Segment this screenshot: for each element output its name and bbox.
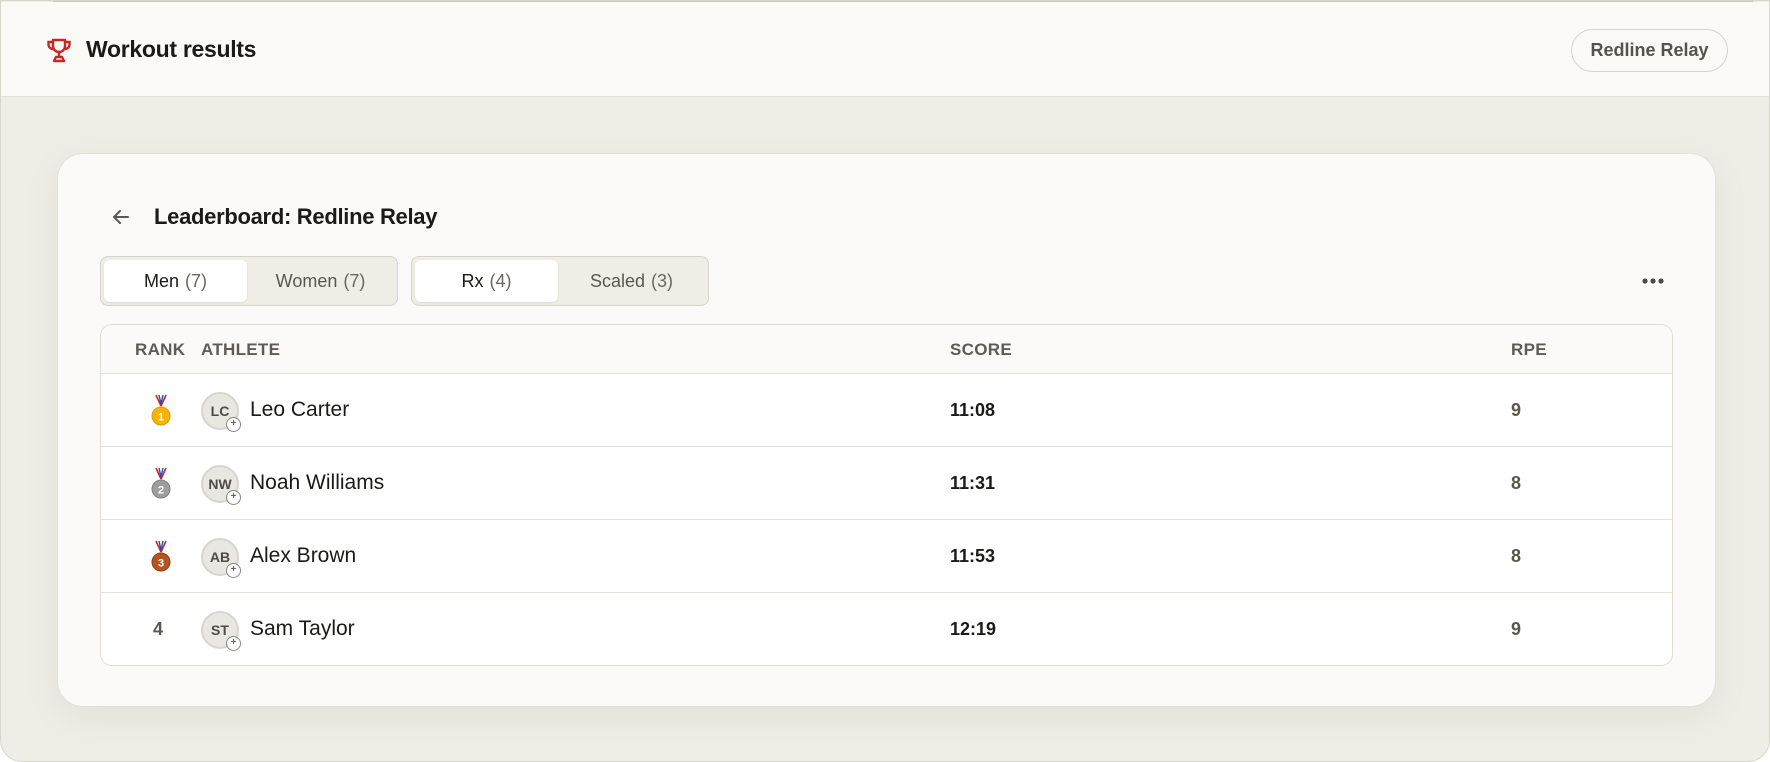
- avatar: NW +: [201, 465, 241, 505]
- bronze-medal-icon: 3: [151, 540, 171, 572]
- tab-scaled-count: (3): [651, 270, 674, 291]
- athlete-rpe: 9: [1511, 400, 1522, 420]
- trophy-icon: [47, 38, 71, 63]
- division-segmented-control: Rx (4) Scaled (3): [411, 256, 709, 306]
- app-frame: Workout results Redline Relay Leaderboar…: [0, 0, 1770, 762]
- tab-women-count: (7): [343, 270, 366, 291]
- tab-rx[interactable]: Rx (4): [415, 260, 559, 302]
- avatar-initials: LC: [210, 403, 230, 419]
- table-row[interactable]: 2 NW + Noah Williams 11:31 8: [101, 447, 1672, 520]
- athlete-score: 12:19: [950, 619, 997, 639]
- avatar: AB +: [201, 538, 241, 578]
- add-badge-icon: +: [226, 490, 241, 505]
- leaderboard-title: Leaderboard: Redline Relay: [154, 204, 438, 229]
- avatar: ST +: [201, 611, 241, 651]
- add-badge-icon: +: [226, 636, 241, 651]
- medal-rank-text: 1: [158, 412, 164, 424]
- avatar-initials: ST: [211, 622, 229, 638]
- avatar-initials: AB: [209, 549, 231, 565]
- gold-medal-icon: 1: [151, 394, 171, 426]
- leaderboard-table: RANK ATHLETE SCORE RPE 1 LC + Leo Carter…: [100, 324, 1673, 666]
- athlete-score: 11:31: [950, 473, 996, 493]
- athlete-name[interactable]: Noah Williams: [250, 471, 384, 495]
- athlete-name[interactable]: Alex Brown: [250, 544, 356, 568]
- back-arrow-icon[interactable]: [108, 204, 134, 230]
- tab-rx-count: (4): [489, 270, 512, 291]
- tab-women[interactable]: Women (7): [247, 260, 394, 302]
- tab-scaled[interactable]: Scaled (3): [558, 260, 705, 302]
- column-header-rpe: RPE: [1511, 340, 1547, 359]
- table-header: RANK ATHLETE SCORE RPE: [101, 325, 1672, 374]
- tab-rx-label: Rx: [461, 270, 484, 291]
- avatar: LC +: [201, 392, 241, 432]
- app-header: Workout results Redline Relay: [1, 2, 1769, 97]
- athlete-name[interactable]: Leo Carter: [250, 398, 349, 422]
- add-badge-icon: +: [226, 417, 241, 432]
- tab-men[interactable]: Men (7): [104, 260, 248, 302]
- column-header-score: SCORE: [950, 340, 1012, 359]
- medal-rank-text: 3: [158, 558, 164, 570]
- athlete-rpe: 8: [1511, 546, 1522, 566]
- athlete-score: 11:53: [950, 546, 996, 566]
- gender-segmented-control: Men (7) Women (7): [100, 256, 398, 306]
- more-options-icon[interactable]: [1638, 266, 1668, 296]
- athlete-score: 11:08: [950, 400, 996, 420]
- medal-rank-text: 2: [158, 485, 164, 497]
- leaderboard-card: Leaderboard: Redline Relay Men (7) Women…: [57, 153, 1716, 707]
- column-header-rank: RANK: [135, 340, 186, 359]
- add-badge-icon: +: [226, 563, 241, 578]
- event-selector-pill[interactable]: Redline Relay: [1571, 29, 1728, 72]
- column-header-athlete: ATHLETE: [201, 340, 281, 359]
- table-row[interactable]: 1 LC + Leo Carter 11:08 9: [101, 374, 1672, 447]
- tab-women-label: Women: [275, 270, 338, 291]
- app-title: Workout results: [86, 36, 257, 62]
- tab-scaled-label: Scaled: [589, 270, 646, 291]
- avatar-initials: NW: [208, 476, 232, 492]
- silver-medal-icon: 2: [151, 467, 171, 499]
- tab-men-count: (7): [185, 270, 208, 291]
- athlete-name[interactable]: Sam Taylor: [250, 617, 355, 641]
- rank-number: 4: [153, 619, 164, 639]
- table-row[interactable]: 4 ST + Sam Taylor 12:19 9: [101, 593, 1672, 665]
- tab-men-label: Men: [144, 270, 180, 291]
- athlete-rpe: 8: [1511, 473, 1522, 493]
- athlete-rpe: 9: [1511, 619, 1522, 639]
- table-row[interactable]: 3 AB + Alex Brown 11:53 8: [101, 520, 1672, 593]
